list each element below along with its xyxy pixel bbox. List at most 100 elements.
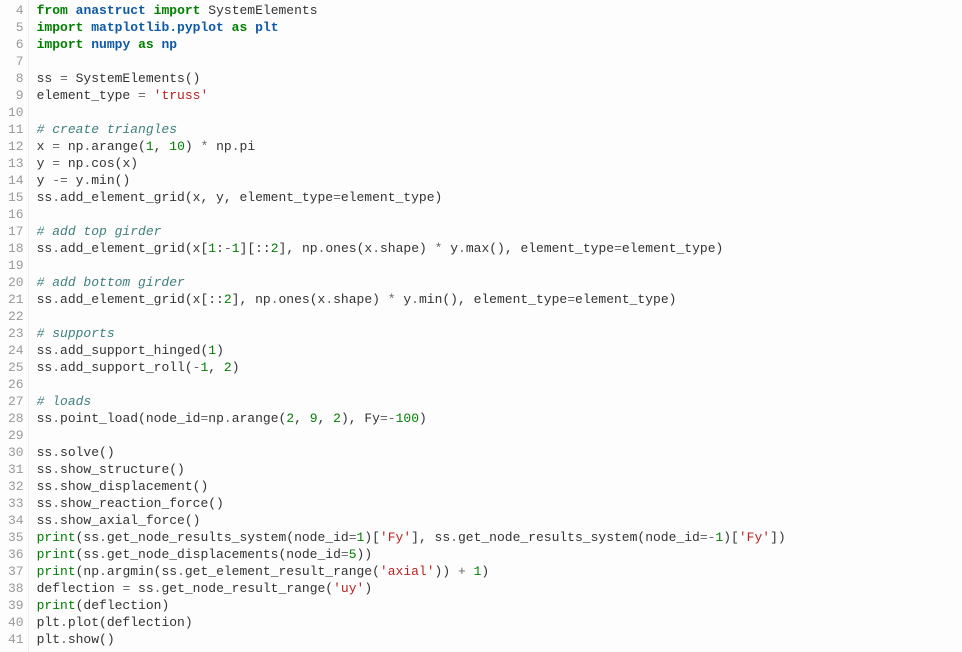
token-mi: 1 [208,343,216,358]
line-number: 38 [8,580,24,597]
code-line: y -= y.min() [37,172,786,189]
token-n: ss [37,343,53,358]
code-line: x = np.arange(1, 10) * np.pi [37,138,786,155]
code-line: ss.add_element_grid(x[1:-1][::2], np.one… [37,240,786,257]
token-c: # loads [37,394,92,409]
token-n: add_support_roll( [60,360,193,375]
token-op: . [52,343,60,358]
line-number: 8 [8,70,24,87]
code-line: # add bottom girder [37,274,786,291]
token-n: solve() [60,445,115,460]
line-number: 41 [8,631,24,648]
token-op: . [372,241,380,256]
token-n: pi [240,139,256,154]
token-c: # add top girder [37,224,162,239]
token-op: . [52,190,60,205]
token-op: * [388,292,396,307]
code-line: plt.plot(deflection) [37,614,786,631]
token-n: ) [185,139,201,154]
code-line: ss.show_displacement() [37,478,786,495]
token-n: element_type) [622,241,723,256]
token-n: ss [37,241,53,256]
token-n: ss [37,190,53,205]
token-n: : [216,241,224,256]
code-line: ss.show_structure() [37,461,786,478]
line-number: 17 [8,223,24,240]
token-c: # create triangles [37,122,177,137]
token-op: . [52,411,60,426]
token-n: ) [216,343,224,358]
token-n: y [68,173,84,188]
token-op: . [60,615,68,630]
token-op: . [271,292,279,307]
token-n: plt [37,615,60,630]
token-n: min(), element_type [419,292,567,307]
token-n: ss [37,360,53,375]
code-line: # supports [37,325,786,342]
token-n: cos(x) [91,156,138,171]
token-n [146,3,154,18]
line-number: 13 [8,155,24,172]
token-n: show_displacement() [60,479,208,494]
token-nn: plt [255,20,278,35]
token-n: SystemElements() [68,71,201,86]
token-n: y [442,241,458,256]
token-n: (deflection) [76,598,170,613]
token-n: ones(x [279,292,326,307]
token-n: shape) [333,292,388,307]
line-number: 26 [8,376,24,393]
line-number: 23 [8,325,24,342]
token-op: . [52,360,60,375]
token-s: 'uy' [333,581,364,596]
token-n: x [37,139,53,154]
token-n: np [208,411,224,426]
token-n [466,564,474,579]
token-n: get_node_results_system(node_id [458,530,700,545]
code-line: ss.solve() [37,444,786,461]
line-number: 32 [8,478,24,495]
token-n: y [37,156,53,171]
token-op: . [60,632,68,647]
token-n: , [154,139,170,154]
token-n: ss [37,479,53,494]
line-number: 33 [8,495,24,512]
line-number: 20 [8,274,24,291]
token-op: = [341,547,349,562]
line-number: 22 [8,308,24,325]
code-line: print(deflection) [37,597,786,614]
token-mi: 2 [224,360,232,375]
token-op: = [349,530,357,545]
token-n: y [396,292,412,307]
token-s: 'truss' [154,88,209,103]
token-n: , [208,360,224,375]
token-n: plot(deflection) [68,615,193,630]
token-n: element_type [37,88,138,103]
token-n: show_axial_force() [60,513,200,528]
token-op: = [138,88,146,103]
line-number-gutter: 4567891011121314151617181920212223242526… [0,0,29,652]
token-nn: anastruct [76,3,146,18]
token-mi: 5 [349,547,357,562]
token-n: ][:: [240,241,271,256]
code-line: y = np.cos(x) [37,155,786,172]
line-number: 5 [8,19,24,36]
token-nn: numpy [91,37,130,52]
token-n [224,20,232,35]
token-mi: 10 [169,139,185,154]
token-n: ss [37,71,60,86]
token-mi: 9 [310,411,318,426]
token-bp: print [37,598,76,613]
code-content: from anastruct import SystemElementsimpo… [29,0,786,652]
token-n: max(), element_type [466,241,614,256]
token-mi: 1 [232,241,240,256]
token-n [146,88,154,103]
token-n: ) [364,581,372,596]
token-op: . [52,496,60,511]
line-number: 21 [8,291,24,308]
code-line: ss.add_element_grid(x, y, element_type=e… [37,189,786,206]
token-n: (np [76,564,99,579]
line-number: 39 [8,597,24,614]
code-line: ss.add_support_roll(-1, 2) [37,359,786,376]
token-n: ones(x [325,241,372,256]
token-op: = [60,71,68,86]
